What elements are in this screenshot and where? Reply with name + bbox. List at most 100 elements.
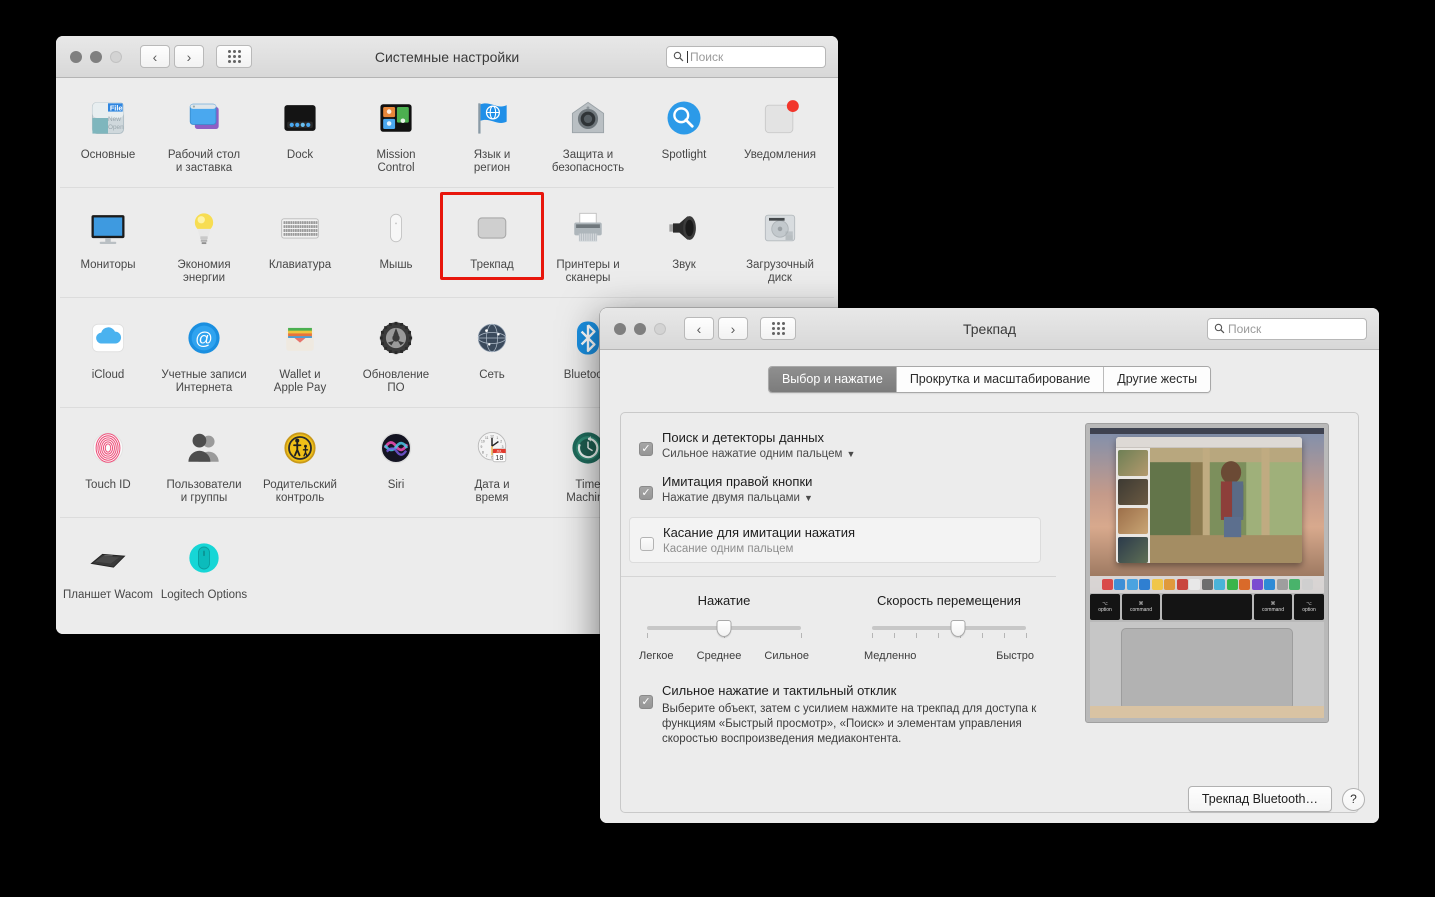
language-region-icon — [478, 103, 507, 134]
option-popup-button[interactable]: Сильное нажатие одним пальцем ▼ — [662, 448, 855, 460]
pref-pane-trackpad[interactable]: Трекпад — [444, 202, 540, 272]
back-button[interactable]: ‹ — [140, 45, 170, 68]
slider-knob[interactable] — [716, 620, 732, 637]
option-popup-button[interactable]: Нажатие двумя пальцами ▼ — [662, 492, 813, 504]
pref-pane-internet-accounts[interactable]: @ Учетные записи Интернета — [156, 312, 252, 395]
pref-pane-date-time[interactable]: 121234567891011JUL18Дата ивремя — [444, 422, 540, 505]
pref-pane-logitech-options[interactable]: Logitech Options — [156, 532, 252, 602]
pref-pane-parental-controls[interactable]: Родительский контроль — [252, 422, 348, 505]
tab-strip[interactable]: Выбор и нажатие Прокрутка и масштабирован… — [767, 366, 1212, 393]
svg-text:Open: Open — [108, 124, 124, 131]
mission-control-icon — [380, 104, 412, 132]
tab-1[interactable]: Прокрутка и масштабирование — [896, 367, 1105, 392]
dock-icon — [276, 94, 324, 142]
pref-pane-label: Siri — [387, 479, 405, 491]
displays-icon — [91, 215, 125, 245]
parental-controls-icon — [276, 424, 324, 472]
preview-photos-body — [1116, 448, 1302, 563]
slider-label: Сильное — [764, 650, 809, 662]
trackpad-nav-buttons[interactable]: ‹ › — [684, 317, 748, 340]
search-input[interactable]: Поиск — [666, 45, 826, 68]
pref-pane-dock[interactable]: Dock — [252, 92, 348, 162]
option-checkbox[interactable] — [640, 537, 654, 551]
trackpad-forward-button[interactable]: › — [718, 317, 748, 340]
preview-column: ⌥ option ⌘ command ⌘ command ⌥ option — [1056, 413, 1358, 812]
force-click-option[interactable]: Сильное нажатие и тактильный отклик Выбе… — [639, 682, 1056, 747]
spotlight-icon — [667, 101, 701, 135]
pref-pane-startup-disk[interactable]: Загрузочный диск — [732, 202, 828, 285]
pref-pane-network[interactable]: Сеть — [444, 312, 540, 382]
option-checkbox[interactable] — [639, 486, 653, 500]
trackpad-back-button[interactable]: ‹ — [684, 317, 714, 340]
pref-pane-desktop-screensaver[interactable]: Рабочий стол и заставка — [156, 92, 252, 175]
pref-pane-siri[interactable]: Siri — [348, 422, 444, 492]
startup-disk-icon — [764, 214, 796, 242]
energy-saver-icon — [180, 204, 228, 252]
trackpad-search-input[interactable]: Поиск — [1207, 317, 1367, 340]
wallet-applepay-icon — [276, 314, 324, 362]
pref-pane-displays[interactable]: Мониторы — [60, 202, 156, 272]
option-title: Поиск и детекторы данных — [662, 430, 825, 445]
pref-pane-spotlight[interactable]: Spotlight — [636, 92, 732, 162]
general-icon: File NewOpen — [84, 94, 132, 142]
show-all-button[interactable] — [216, 45, 252, 68]
svg-text:11: 11 — [485, 436, 489, 440]
mission-control-icon — [372, 94, 420, 142]
forward-button[interactable]: › — [174, 45, 204, 68]
option-subtitle: Касание одним пальцем — [663, 543, 855, 555]
pref-pane-security-privacy[interactable]: Защита и безопасность — [540, 92, 636, 175]
text-caret — [687, 50, 688, 63]
pref-pane-label: Рабочий стол и заставка — [167, 149, 241, 174]
slider-knob[interactable] — [950, 620, 965, 637]
trackpad-minimize-button[interactable] — [634, 322, 646, 335]
network-icon — [477, 323, 507, 353]
pref-pane-wacom-tablet[interactable]: Планшет Wacom — [60, 532, 156, 602]
pref-pane-label: Планшет Wacom — [63, 589, 153, 601]
logitech-options-icon — [189, 543, 219, 573]
trackpad-zoom-button — [654, 322, 666, 335]
window-controls[interactable] — [56, 50, 122, 63]
trackpad-option-1[interactable]: Имитация правой кнопки Нажатие двумя паль… — [639, 473, 1056, 504]
trackpad-show-all-button[interactable] — [760, 317, 796, 340]
close-button[interactable] — [70, 50, 82, 63]
force-click-checkbox[interactable] — [639, 695, 653, 709]
pref-pane-mission-control[interactable]: Mission Control — [348, 92, 444, 175]
option-checkbox[interactable] — [639, 442, 653, 456]
pref-pane-language-region[interactable]: Язык и регион — [444, 92, 540, 175]
trackpad-close-button[interactable] — [614, 322, 626, 335]
slider-ticks — [872, 633, 1027, 639]
nav-buttons[interactable]: ‹ › — [140, 45, 204, 68]
pref-pane-keyboard[interactable]: Клавиатура — [252, 202, 348, 272]
preferences-row: File New Open Основные Рабочий стол и заставк… — [60, 78, 834, 188]
trackpad-option-0[interactable]: Поиск и детекторы данных Сильное нажатие … — [639, 429, 1056, 460]
users-groups-icon — [180, 424, 228, 472]
gesture-preview-video[interactable]: ⌥ option ⌘ command ⌘ command ⌥ option — [1085, 423, 1329, 723]
slider-control[interactable] — [639, 620, 809, 646]
svg-text:8: 8 — [482, 450, 484, 454]
svg-text:File: File — [110, 104, 123, 113]
pref-pane-wallet-applepay[interactable]: Wallet и Apple Pay — [252, 312, 348, 395]
pref-pane-software-update[interactable]: Обновление ПО — [348, 312, 444, 395]
pref-pane-label: iCloud — [91, 369, 125, 381]
pref-pane-icloud[interactable]: iCloud — [60, 312, 156, 382]
pref-pane-users-groups[interactable]: Пользователи и группы — [156, 422, 252, 505]
trackpad-option-2[interactable]: Касание для имитации нажатия Касание одни… — [629, 517, 1041, 563]
pref-pane-general[interactable]: File New Open Основные — [60, 92, 156, 162]
pref-pane-sound[interactable]: Звук — [636, 202, 732, 272]
pref-pane-notifications[interactable]: Уведомления — [732, 92, 828, 162]
pref-pane-label: Touch ID — [85, 479, 131, 491]
slider-control[interactable] — [864, 620, 1034, 646]
tab-2[interactable]: Другие жесты — [1104, 367, 1211, 392]
icloud-icon — [91, 323, 125, 353]
help-button[interactable]: ? — [1342, 787, 1365, 811]
minimize-button[interactable] — [90, 50, 102, 63]
pref-pane-touch-id[interactable]: Touch ID — [60, 422, 156, 492]
pref-pane-energy-saver[interactable]: Экономия энергии — [156, 202, 252, 285]
slider-group-0: Нажатие Легкое Среднее Сильное — [639, 593, 809, 662]
tab-0[interactable]: Выбор и нажатие — [768, 367, 897, 392]
trackpad-window-controls[interactable] — [600, 322, 666, 335]
pref-pane-label: Мышь — [379, 259, 413, 271]
pref-pane-mouse[interactable]: Мышь — [348, 202, 444, 272]
bluetooth-trackpad-button[interactable]: Трекпад Bluetooth… — [1187, 786, 1332, 812]
pref-pane-printers-scanners[interactable]: Принтеры и сканеры — [540, 202, 636, 285]
